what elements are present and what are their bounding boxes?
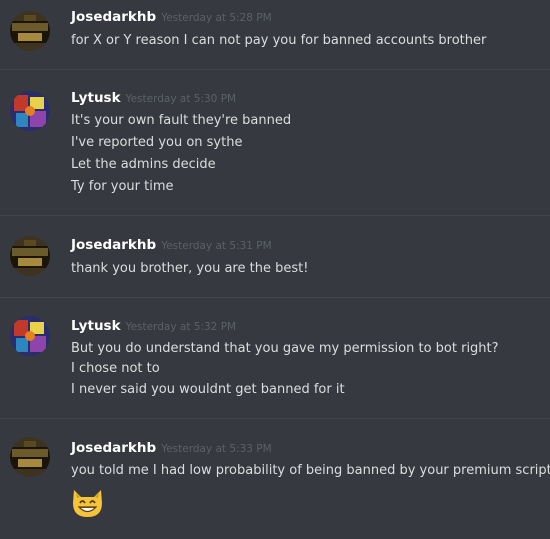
message-text: Let the admins decide	[71, 157, 216, 172]
message-author[interactable]: Josedarkhb Yesterday at 5:31 PM	[71, 237, 272, 253]
message-author[interactable]: Lytusk Yesterday at 5:32 PM	[71, 318, 236, 334]
message-divider	[0, 297, 550, 298]
josedarkhb-avatar[interactable]	[10, 11, 50, 51]
message-timestamp: Yesterday at 5:30 PM	[125, 93, 237, 105]
message-divider	[0, 69, 550, 70]
message-text: I chose not to	[71, 361, 160, 376]
lytusk-avatar[interactable]	[10, 316, 50, 356]
message-text: Ty for your time	[71, 179, 174, 194]
message-text: But you do understand that you gave my p…	[71, 341, 499, 356]
lytusk-avatar[interactable]	[10, 91, 50, 131]
message-text: I never said you wouldnt get banned for …	[71, 382, 345, 397]
message-divider	[0, 215, 550, 216]
message-timestamp: Yesterday at 5:31 PM	[161, 240, 272, 252]
josedarkhb-avatar[interactable]	[10, 236, 50, 276]
message-text: you told me I had low probability of bei…	[71, 463, 550, 478]
message-text: thank you brother, you are the best!	[71, 261, 309, 276]
josedarkhb-avatar[interactable]	[10, 437, 50, 477]
message-author[interactable]: Lytusk Yesterday at 5:30 PM	[71, 90, 236, 106]
message-text: It's your own fault they're banned	[71, 113, 292, 128]
smiling-cat-face-with-heart-eyes-icon[interactable]	[71, 486, 104, 519]
message-divider	[0, 418, 550, 419]
message-author[interactable]: Josedarkhb Yesterday at 5:33 PM	[71, 440, 272, 456]
message-timestamp: Yesterday at 5:32 PM	[125, 321, 237, 333]
chat-messages: Josedarkhb Yesterday at 5:28 PM for X or …	[0, 0, 550, 539]
message-text: I've reported you on sythe	[71, 135, 243, 150]
message-timestamp: Yesterday at 5:28 PM	[161, 12, 272, 24]
message-author[interactable]: Josedarkhb Yesterday at 5:28 PM	[71, 9, 272, 25]
message-text: for X or Y reason I can not pay you for …	[71, 33, 487, 48]
message-timestamp: Yesterday at 5:33 PM	[161, 443, 272, 455]
